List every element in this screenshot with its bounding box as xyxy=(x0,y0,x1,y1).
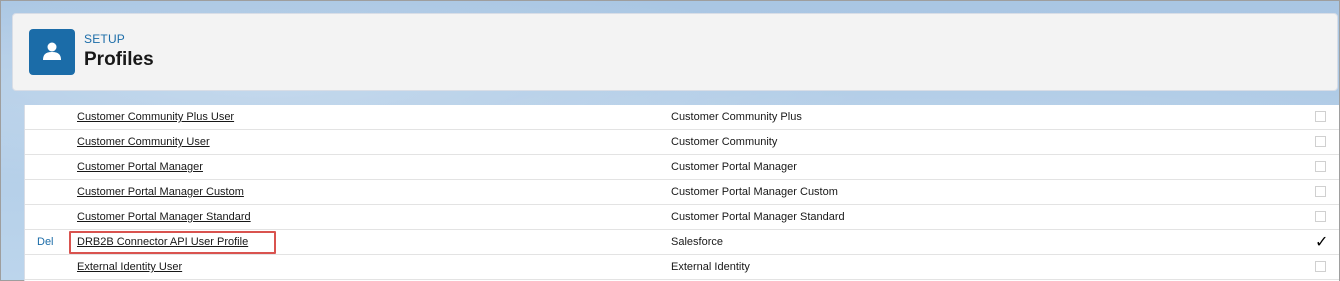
profile-link[interactable]: Customer Community User xyxy=(77,136,210,148)
custom-checkbox xyxy=(1315,136,1326,147)
table-row: Customer Portal Manager Customer Portal … xyxy=(25,155,1339,180)
user-license: Customer Portal Manager Standard xyxy=(671,211,845,223)
table-row: Customer Community User Customer Communi… xyxy=(25,130,1339,155)
custom-checkbox xyxy=(1315,211,1326,222)
custom-checkbox xyxy=(1315,111,1326,122)
profiles-table: Customer Community Plus User Customer Co… xyxy=(24,105,1339,281)
user-license: Customer Portal Manager xyxy=(671,161,797,173)
user-license: Customer Community Plus xyxy=(671,111,802,123)
user-license: Customer Community xyxy=(671,136,778,148)
page-header: SETUP Profiles xyxy=(12,13,1338,91)
table-row: External Identity User External Identity xyxy=(25,255,1339,280)
user-license: Salesforce xyxy=(671,236,723,248)
profile-link[interactable]: Customer Community Plus User xyxy=(77,111,234,123)
page-title: Profiles xyxy=(84,49,154,70)
table-row: Customer Community Plus User Customer Co… xyxy=(25,105,1339,130)
profile-link[interactable]: External Identity User xyxy=(77,261,182,273)
custom-checkbox xyxy=(1315,261,1326,272)
profile-link[interactable]: Customer Portal Manager xyxy=(77,161,203,173)
delete-link[interactable]: Del xyxy=(37,236,54,248)
user-license: External Identity xyxy=(671,261,750,273)
user-icon xyxy=(29,29,75,75)
custom-checkbox xyxy=(1315,161,1326,172)
table-row: Customer Portal Manager Standard Custome… xyxy=(25,205,1339,230)
profile-link[interactable]: Customer Portal Manager Standard xyxy=(77,211,251,223)
custom-checkbox xyxy=(1315,186,1326,197)
checkmark-icon: ✓ xyxy=(1315,234,1329,251)
table-row: Customer Portal Manager Custom Customer … xyxy=(25,180,1339,205)
breadcrumb-setup: SETUP xyxy=(84,32,126,46)
profile-link[interactable]: Customer Portal Manager Custom xyxy=(77,186,244,198)
highlight-box xyxy=(69,231,276,254)
user-license: Customer Portal Manager Custom xyxy=(671,186,838,198)
